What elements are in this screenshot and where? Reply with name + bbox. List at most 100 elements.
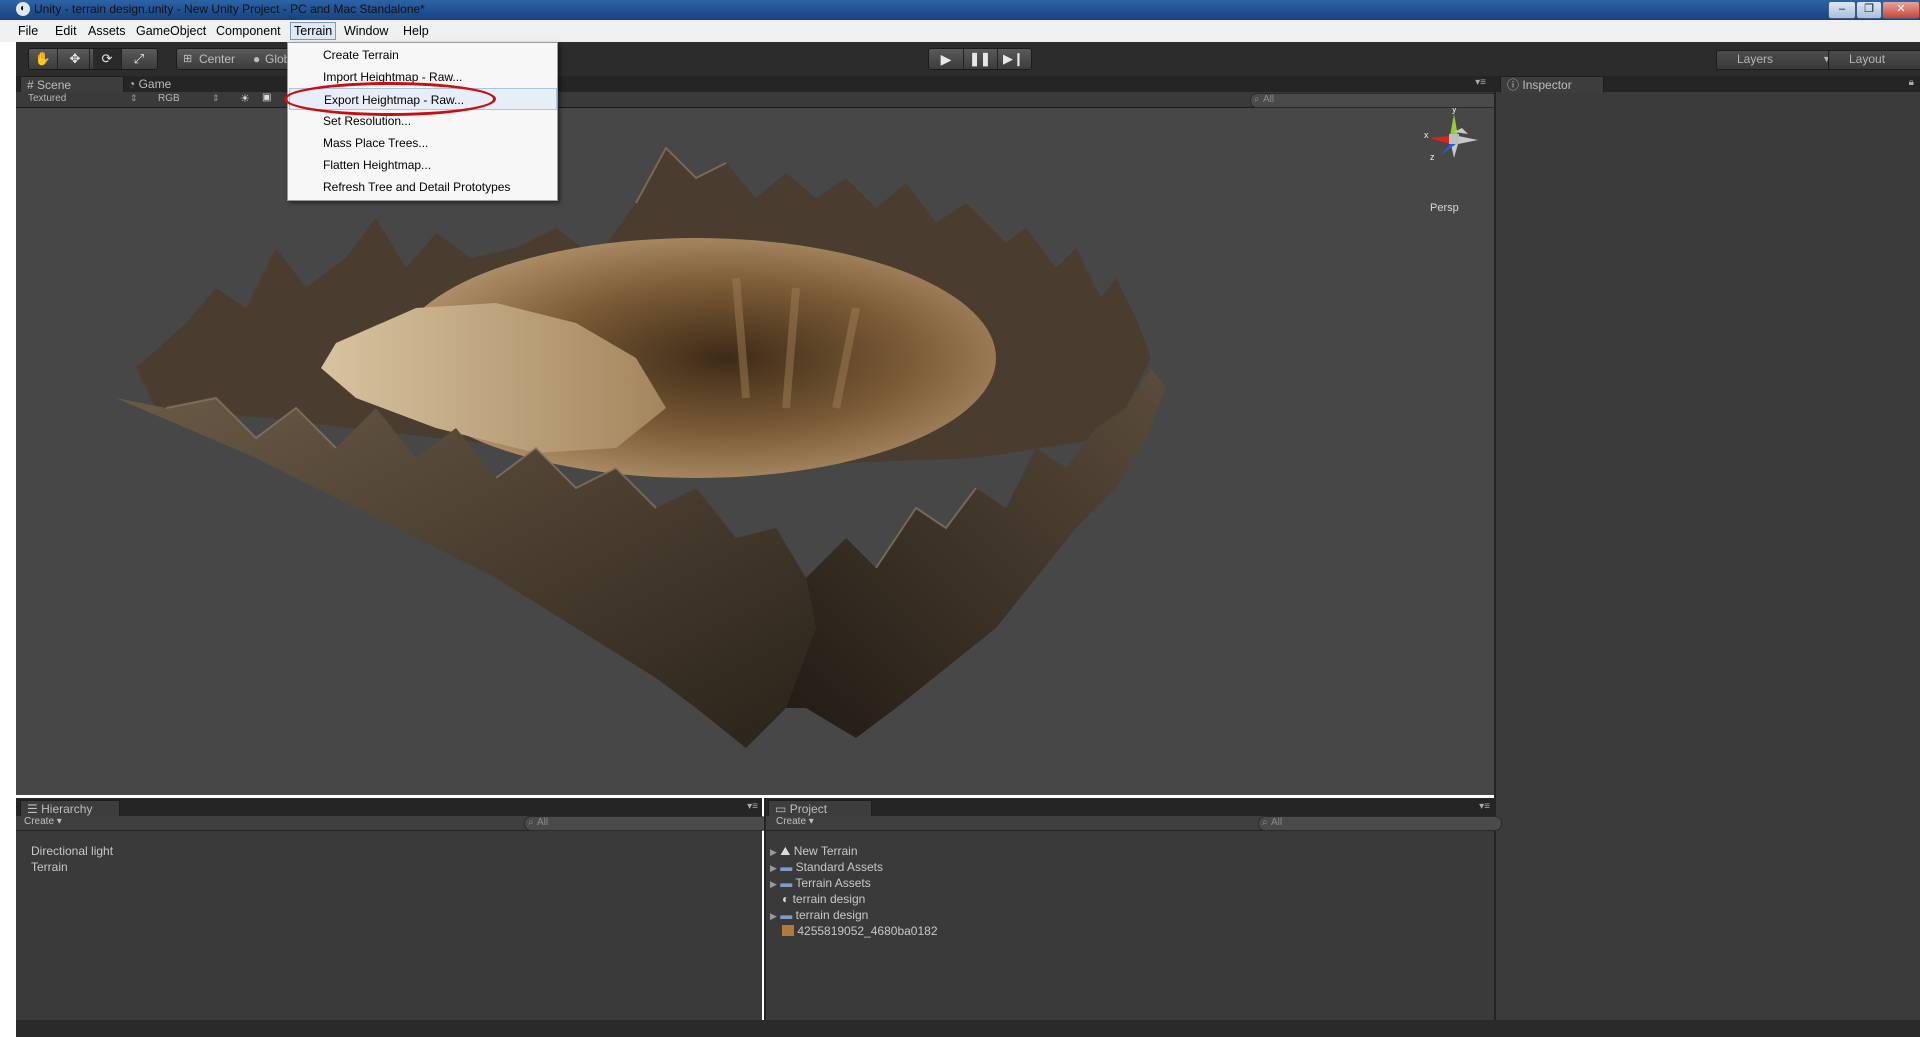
tab-hierarchy-label: Hierarchy [41, 802, 93, 816]
list-item[interactable]: 4255819052_4680ba0182 [782, 924, 1082, 938]
menu-item-mass-place-trees[interactable]: Mass Place Trees... [289, 132, 557, 154]
hierarchy-create-button[interactable]: Create ▾ [24, 816, 62, 827]
expand-arrow-icon[interactable]: ▶ [770, 879, 777, 889]
list-icon: ☰ [27, 802, 38, 816]
tab-game[interactable]: ◔ Game [122, 76, 208, 92]
menu-edit[interactable]: Edit [55, 24, 77, 38]
project-toolbar: Create ▾ ⌕ All [766, 816, 1502, 831]
scale-tool-icon[interactable]: ⤢ [125, 49, 153, 69]
menu-component[interactable]: Component [216, 24, 281, 38]
play-icon[interactable]: ▶ [929, 49, 964, 69]
project-item-label: Terrain Assets [795, 876, 871, 890]
expand-arrow-icon[interactable]: ▶ [770, 911, 777, 921]
window-titlebar: ◐ Unity - terrain design.unity - New Uni… [0, 0, 1920, 20]
global-icon: ● [253, 52, 261, 66]
move-tool-icon[interactable]: ✥ [61, 49, 90, 69]
project-create-button[interactable]: Create ▾ [776, 816, 814, 827]
lock-icon[interactable]: 🔒︎ [1909, 77, 1914, 88]
menu-assets[interactable]: Assets [88, 24, 126, 38]
terrain-icon: ⛰︎ [780, 844, 791, 858]
hierarchy-search-placeholder: All [537, 817, 549, 828]
expand-arrow-icon[interactable]: ▶ [770, 863, 777, 873]
layers-label: Layers [1737, 52, 1774, 66]
menu-item-create-terrain[interactable]: Create Terrain [289, 44, 557, 66]
layout-label: Layout [1849, 52, 1886, 66]
rotate-tool-icon[interactable]: ⟳ [93, 49, 122, 69]
panel-menu-icon[interactable]: ▾≡ [1475, 77, 1486, 88]
hierarchy-toolbar: Create ▾ ⌕ All [16, 816, 768, 831]
folder-icon: ▬ [780, 908, 793, 922]
pivot-icon: ⊞ [183, 53, 193, 65]
window-title: Unity - terrain design.unity - New Unity… [34, 2, 425, 16]
step-icon[interactable]: ▶❙ [997, 49, 1030, 69]
list-item[interactable]: ▶ ⛰︎ New Terrain [770, 844, 1070, 859]
layout-dropdown[interactable]: Layout ▼ [1828, 50, 1920, 70]
render-mode-dropdown[interactable]: Textured [28, 93, 66, 104]
list-item[interactable]: ▶ ▬ Terrain Assets [770, 876, 1070, 890]
project-tab-strip: ▭ Project ▾≡ [766, 800, 1494, 817]
search-icon: ⌕ [528, 817, 534, 828]
chevron-updown-icon: ⇕ [130, 93, 138, 103]
chevron-updown-icon: ⇕ [212, 93, 220, 103]
camera-projection-label[interactable]: Persp [1430, 202, 1459, 214]
tab-hierarchy[interactable]: ☰ Hierarchy [20, 800, 120, 817]
project-search-placeholder: All [1271, 817, 1283, 828]
hand-tool-icon[interactable]: ✋ [29, 49, 58, 69]
list-item[interactable]: ◐ terrain design [782, 892, 1082, 906]
project-item-label: terrain design [792, 892, 866, 906]
menu-file[interactable]: File [18, 24, 38, 38]
terrain-dropdown-menu: Create Terrain Import Heightmap - Raw...… [287, 42, 558, 201]
unity-logo-icon: ◐ [16, 2, 30, 16]
tab-project-label: Project [789, 802, 828, 816]
hierarchy-tab-strip: ☰ Hierarchy ▾≡ [16, 800, 762, 817]
minimize-button[interactable]: – [1828, 1, 1856, 19]
scene-view-toolbar: Textured ⇕ RGB ⇕ ☀ ▣ ⌕ All [16, 92, 1500, 108]
color-mode-dropdown[interactable]: RGB [158, 93, 180, 104]
menu-bar: File Edit Assets GameObject Component Te… [0, 20, 1920, 42]
maximize-button[interactable]: ❐ [1856, 1, 1882, 19]
project-search-input[interactable]: ⌕ All [1258, 816, 1502, 831]
menu-item-refresh-prototypes[interactable]: Refresh Tree and Detail Prototypes [289, 176, 557, 198]
texture-icon [782, 925, 794, 936]
list-item[interactable]: ▶ ▬ terrain design [770, 908, 1070, 922]
close-button[interactable]: ✕ [1882, 1, 1920, 19]
folder-icon: ▬ [780, 860, 793, 874]
hierarchy-search-input[interactable]: ⌕ All [524, 816, 768, 831]
lighting-toggle-icon[interactable]: ☀ [240, 92, 250, 105]
menu-gameobject[interactable]: GameObject [136, 24, 206, 38]
hierarchy-panel: ☰ Hierarchy ▾≡ Create ▾ ⌕ All Directiona… [16, 798, 768, 1020]
menu-item-flatten-heightmap[interactable]: Flatten Heightmap... [289, 154, 557, 176]
panel-menu-icon[interactable]: ▾≡ [1479, 801, 1490, 812]
gizmo-z-label: z [1430, 152, 1435, 162]
list-item[interactable]: Terrain [31, 860, 68, 874]
scene-orientation-gizmo[interactable]: y x z [1414, 108, 1494, 188]
search-icon: ⌕ [1262, 817, 1268, 828]
search-icon: ⌕ [1254, 94, 1260, 105]
pause-icon[interactable]: ❚❚ [963, 49, 998, 69]
panel-menu-icon[interactable]: ▾≡ [747, 801, 758, 812]
tab-game-label: Game [138, 77, 172, 91]
folder-icon: ▬ [780, 876, 793, 890]
scene-viewport[interactable]: y x z Persp [16, 108, 1494, 795]
highlight-annotation-ring [284, 82, 496, 116]
project-item-label: terrain design [795, 908, 869, 922]
inspector-tab-strip: ⓘ Inspector 🔒︎ [1496, 76, 1920, 93]
menu-help[interactable]: Help [403, 24, 429, 38]
tab-project[interactable]: ▭ Project [768, 800, 872, 817]
gizmo-y-label: y [1452, 108, 1457, 114]
expand-arrow-icon[interactable]: ▶ [770, 847, 777, 857]
scene-search-input[interactable]: ⌕ All [1250, 93, 1500, 108]
tab-inspector[interactable]: ⓘ Inspector [1500, 76, 1604, 93]
tab-scene[interactable]: # Scene [20, 76, 124, 93]
tab-inspector-label: Inspector [1522, 78, 1572, 92]
image-toggle-icon[interactable]: ▣ [262, 92, 271, 103]
list-item[interactable]: Directional light [31, 844, 113, 858]
layers-dropdown[interactable]: Layers ▼ [1716, 50, 1838, 70]
menu-terrain[interactable]: Terrain [290, 22, 337, 40]
list-item[interactable]: ▶ ▬ Standard Assets [770, 860, 1070, 874]
terrain-render [116, 146, 1166, 748]
unity-scene-icon: ◐ [782, 892, 790, 906]
menu-window[interactable]: Window [344, 24, 388, 38]
folder-icon: ▭ [775, 802, 787, 816]
project-item-label: 4255819052_4680ba0182 [797, 924, 938, 938]
